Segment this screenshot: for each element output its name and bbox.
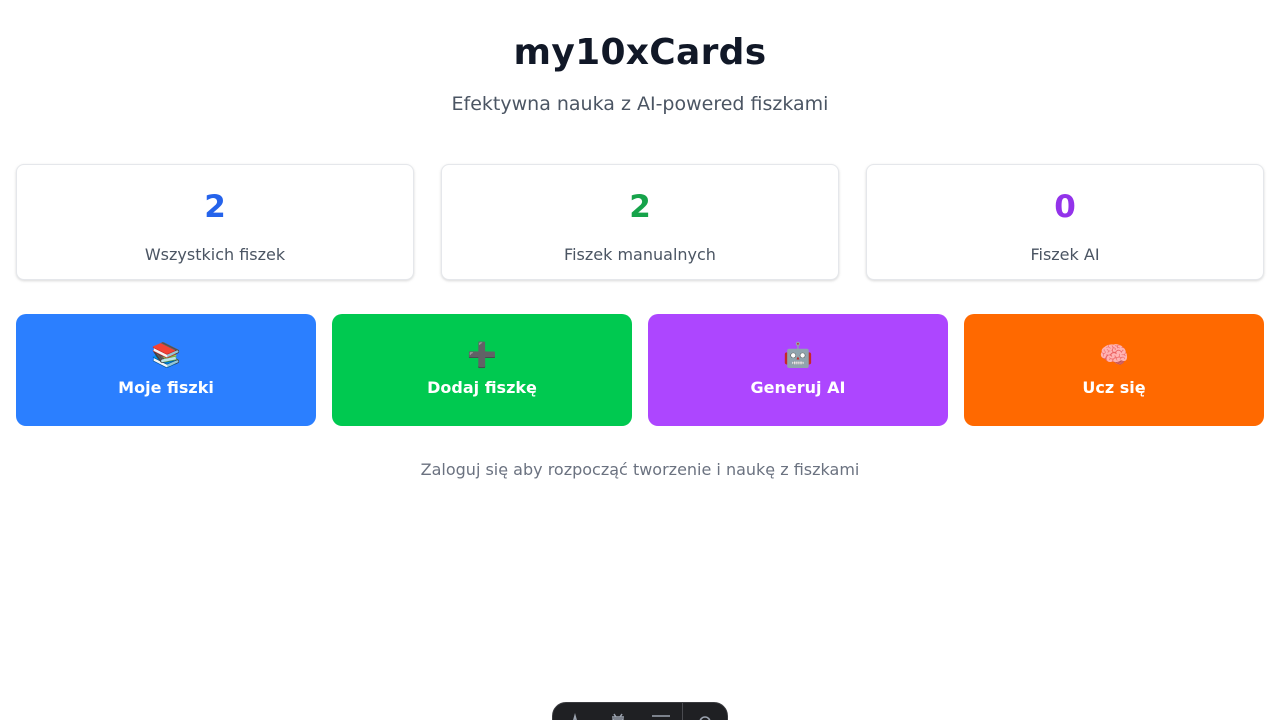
app-title: my10xCards [513, 32, 767, 73]
stat-card-manual: 2 Fiszek manualnych [441, 164, 839, 280]
generate-ai-button[interactable]: 🤖 Generuj AI [648, 314, 948, 426]
add-flashcard-label: Dodaj fiszkę [427, 378, 537, 397]
brain-icon: 🧠 [1099, 341, 1129, 369]
books-icon: 📚 [151, 341, 181, 369]
actions-section: 📚 Moje fiszki ➕ Dodaj fiszkę 🤖 Generuj A… [16, 314, 1264, 426]
add-flashcard-button[interactable]: ➕ Dodaj fiszkę [332, 314, 632, 426]
stat-value-total: 2 [204, 189, 226, 225]
plus-icon: ➕ [467, 341, 497, 369]
stat-label-manual: Fiszek manualnych [564, 245, 716, 264]
audit-icon[interactable] [596, 703, 639, 720]
stats-section: 2 Wszystkich fiszek 2 Fiszek manualnych … [16, 164, 1264, 280]
app-subtitle: Efektywna nauka z AI-powered fiszkami [451, 93, 829, 115]
stat-value-ai: 0 [1054, 189, 1076, 225]
stat-card-ai: 0 Fiszek AI [866, 164, 1264, 280]
settings-icon[interactable] [683, 703, 726, 720]
study-button[interactable]: 🧠 Ucz się [964, 314, 1264, 426]
my-flashcards-label: Moje fiszki [118, 378, 214, 397]
home-page: my10xCards Efektywna nauka z AI-powered … [0, 0, 1280, 720]
header: my10xCards Efektywna nauka z AI-powered … [0, 0, 1280, 118]
stat-label-total: Wszystkich fiszek [144, 245, 286, 264]
stat-value-manual: 2 [629, 189, 651, 225]
dev-toolbar [552, 702, 728, 720]
login-hint: Zaloguj się aby rozpocząć tworzenie i na… [420, 460, 860, 479]
stat-card-total: 2 Wszystkich fiszek [16, 164, 414, 280]
my-flashcards-button[interactable]: 📚 Moje fiszki [16, 314, 316, 426]
robot-icon: 🤖 [783, 341, 813, 369]
astro-icon[interactable] [553, 703, 596, 720]
study-label: Ucz się [1082, 378, 1146, 397]
menu-icon[interactable] [639, 703, 682, 720]
stat-label-ai: Fiszek AI [1030, 245, 1100, 264]
generate-ai-label: Generuj AI [750, 378, 846, 397]
